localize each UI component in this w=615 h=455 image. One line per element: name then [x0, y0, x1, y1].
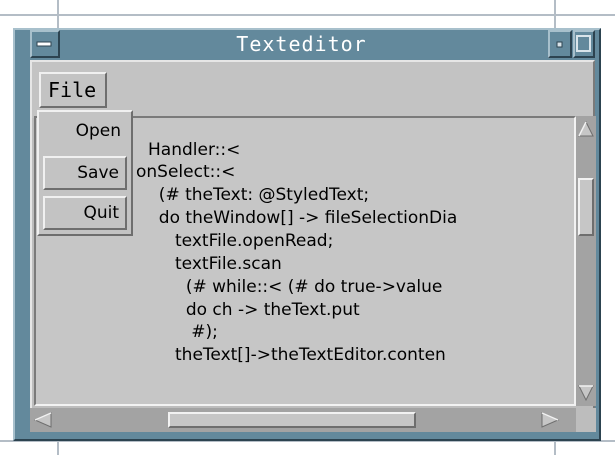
code-line: onSelect::<	[136, 162, 236, 182]
code-line: textFile.openRead;	[148, 231, 334, 251]
vertical-scrollbar[interactable]	[576, 116, 596, 406]
maximize-button[interactable]	[573, 30, 595, 58]
menu-item-quit[interactable]: Quit	[43, 196, 127, 230]
vertical-scroll-thumb[interactable]	[578, 178, 594, 236]
scroll-right-button[interactable]	[540, 412, 560, 428]
menu-item-save[interactable]: Save	[43, 156, 127, 190]
code-line: theText[]->theTextEditor.conten	[148, 345, 446, 365]
window-menu-button[interactable]	[30, 30, 60, 58]
scroll-down-button[interactable]	[578, 384, 594, 402]
code-line: do ch -> theText.put	[148, 300, 360, 320]
maximize-icon	[576, 35, 591, 52]
code-line: Handler::<	[148, 140, 241, 160]
window-title: Texteditor	[236, 32, 367, 56]
code-line: #);	[148, 322, 218, 342]
minimize-button[interactable]	[548, 30, 572, 58]
arrow-right-icon	[541, 412, 560, 428]
background-line	[0, 14, 615, 16]
file-menu-button[interactable]: File	[39, 72, 107, 108]
code-line: do theWindow[] -> fileSelectionDia	[148, 208, 458, 228]
file-dropdown-menu: Open Save Quit	[37, 110, 133, 236]
arrow-down-icon	[578, 385, 594, 402]
menu-item-open[interactable]: Open	[43, 116, 127, 150]
code-line: textFile.scan	[148, 254, 282, 274]
title-bar[interactable]: Texteditor	[30, 30, 595, 58]
arrow-up-icon	[578, 120, 594, 137]
scroll-left-button[interactable]	[33, 412, 53, 428]
arrow-left-icon	[33, 412, 52, 428]
scroll-up-button[interactable]	[578, 120, 594, 138]
code-line: (# theText: @StyledText;	[148, 185, 370, 205]
horizontal-scroll-thumb[interactable]	[168, 412, 416, 428]
scrollbar-corner	[576, 408, 596, 432]
minimize-icon	[556, 41, 563, 48]
window-menu-icon	[36, 41, 52, 47]
code-line: (# while::< (# do true->value	[148, 277, 443, 297]
